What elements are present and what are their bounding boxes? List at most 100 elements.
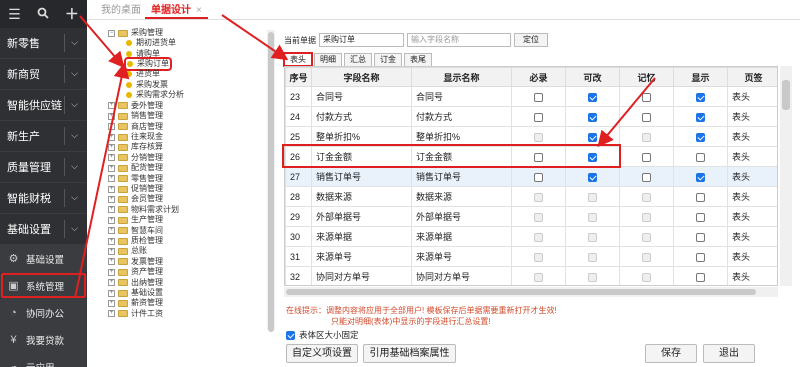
sidebar-main-item[interactable]: 基础设置 ⌵ <box>0 214 87 245</box>
checkbox-cell[interactable] <box>673 86 728 107</box>
checkbox-cell[interactable] <box>619 86 674 107</box>
checkbox-cell[interactable] <box>511 166 566 187</box>
locate-button[interactable]: 定位 <box>514 33 548 47</box>
expand-icon[interactable]: + <box>108 133 115 141</box>
section-tab[interactable]: 汇总 <box>344 53 372 66</box>
tab-cell[interactable]: 表头 <box>727 186 777 207</box>
checkbox-cell[interactable] <box>673 106 728 127</box>
sidebar-main-item[interactable]: 质量管理 ⌵ <box>0 152 87 183</box>
tab-cell[interactable]: 表头 <box>727 246 777 267</box>
display-name-cell[interactable]: 来源单据 <box>411 226 512 247</box>
display-name-cell[interactable]: 协同对方单号 <box>411 266 512 285</box>
table-row[interactable]: 25 整单折扣% 整单折扣% 表头 <box>285 126 777 147</box>
tree-folder-item[interactable]: + 出纳管理 <box>108 278 163 288</box>
expand-icon[interactable]: + <box>108 237 115 245</box>
tab-cell[interactable]: 表头 <box>727 166 777 187</box>
field-checkbox[interactable] <box>696 232 705 242</box>
tab-cell[interactable]: 表头 <box>727 106 777 127</box>
expand-icon[interactable]: + <box>108 143 115 151</box>
table-row[interactable]: 27 销售订单号 销售订单号 表头 <box>285 166 777 187</box>
grid-horizontal-scrollbar[interactable] <box>284 287 778 297</box>
section-tab[interactable]: 明细 <box>314 53 342 66</box>
expand-icon[interactable]: + <box>108 289 115 297</box>
field-checkbox[interactable] <box>534 92 543 102</box>
tree-folder-item[interactable]: + 薪资管理 <box>108 298 163 308</box>
fixed-size-checkbox[interactable] <box>286 330 295 340</box>
tree-folder-item[interactable]: + 质检管理 <box>108 236 163 246</box>
checkbox-cell[interactable] <box>619 106 674 127</box>
save-button[interactable]: 保存 <box>645 344 697 363</box>
plus-icon[interactable]: ＋ <box>65 4 79 24</box>
tree-folder-item[interactable]: + 资产管理 <box>108 267 163 277</box>
table-row[interactable]: 32 协同对方单号 协同对方单号 表头 <box>285 266 777 285</box>
grid-column-header[interactable]: 必录 <box>511 67 566 87</box>
tree-folder-item[interactable]: + 生产管理 <box>108 215 163 225</box>
chevron-down-icon[interactable]: ⌵ <box>71 99 78 110</box>
display-name-cell[interactable]: 外部单据号 <box>411 206 512 227</box>
tab-cell[interactable]: 表头 <box>727 266 777 285</box>
checkbox-cell[interactable] <box>511 86 566 107</box>
display-name-cell[interactable]: 整单折扣% <box>411 126 512 147</box>
grid-column-header[interactable]: 显示名称 <box>411 67 512 87</box>
close-icon[interactable]: × <box>196 5 202 16</box>
chevron-down-icon[interactable]: ⌵ <box>71 223 78 234</box>
tree-folder-item[interactable]: + 物料需求计划 <box>108 205 179 215</box>
tree-folder-item[interactable]: + 委外管理 <box>108 101 163 111</box>
sidebar-main-item[interactable]: 新生产 ⌵ <box>0 121 87 152</box>
field-checkbox[interactable] <box>642 172 651 182</box>
collapse-icon[interactable]: − <box>108 29 115 37</box>
expand-icon[interactable]: + <box>108 112 115 120</box>
field-search-input[interactable]: 输入字段名称 <box>407 33 511 47</box>
tree-folder-item[interactable]: − 采购管理 <box>108 28 163 38</box>
checkbox-cell[interactable] <box>673 246 728 267</box>
field-checkbox[interactable] <box>588 92 597 102</box>
field-checkbox[interactable] <box>696 192 705 202</box>
tree-folder-item[interactable]: + 零售管理 <box>108 174 163 184</box>
grid-column-header[interactable]: 显示 <box>673 67 728 87</box>
tree-folder-item[interactable]: + 库存核算 <box>108 142 163 152</box>
expand-icon[interactable]: + <box>108 195 115 203</box>
tab-cell[interactable]: 表头 <box>727 206 777 227</box>
tab-desktop[interactable]: 我的桌面 <box>101 3 141 19</box>
sidebar-sub-item[interactable]: ⚙ 基础设置 <box>0 245 87 272</box>
tab-cell[interactable]: 表头 <box>727 126 777 147</box>
expand-icon[interactable]: + <box>108 258 115 266</box>
field-checkbox[interactable] <box>534 112 543 122</box>
expand-icon[interactable]: + <box>108 154 115 162</box>
tab-cell[interactable]: 表头 <box>727 146 777 167</box>
field-checkbox[interactable] <box>588 152 597 162</box>
field-checkbox[interactable] <box>696 152 705 162</box>
sidebar-sub-item[interactable]: ☁ 云应用 <box>0 353 87 367</box>
chevron-down-icon[interactable]: ⌵ <box>71 130 78 141</box>
grid-column-header[interactable]: 页签 <box>727 67 777 87</box>
field-checkbox[interactable] <box>534 172 543 182</box>
custom-items-button[interactable]: 自定义项设置 <box>286 344 358 363</box>
field-checkbox[interactable] <box>642 152 651 162</box>
expand-icon[interactable]: + <box>108 247 115 255</box>
sidebar-sub-item[interactable]: ¥ 我要贷款 <box>0 326 87 353</box>
chevron-down-icon[interactable]: ⌵ <box>71 161 78 172</box>
tree-leaf-item[interactable]: 采购需求分析 <box>126 90 184 100</box>
fixed-size-option[interactable]: 表体区大小固定 <box>286 329 359 341</box>
checkbox-cell[interactable] <box>565 106 620 127</box>
grid-vertical-scrollbar[interactable] <box>780 66 792 286</box>
tab-bill-design[interactable]: 单据设计 × <box>145 3 208 19</box>
section-tab[interactable]: 订金 <box>374 53 402 66</box>
table-row[interactable]: 23 合同号 合同号 表头 <box>285 86 777 107</box>
display-name-cell[interactable]: 合同号 <box>411 86 512 107</box>
display-name-cell[interactable]: 销售订单号 <box>411 166 512 187</box>
tree-folder-item[interactable]: + 销售管理 <box>108 111 163 121</box>
field-checkbox[interactable] <box>588 172 597 182</box>
checkbox-cell[interactable] <box>673 186 728 207</box>
field-checkbox[interactable] <box>534 152 543 162</box>
grid-column-header[interactable]: 序号 <box>285 67 312 87</box>
expand-icon[interactable]: + <box>108 206 115 214</box>
checkbox-cell[interactable] <box>565 146 620 167</box>
table-row[interactable]: 24 付款方式 付款方式 表头 <box>285 106 777 127</box>
table-row[interactable]: 31 来源单号 来源单号 表头 <box>285 246 777 267</box>
expand-icon[interactable]: + <box>108 279 115 287</box>
quote-attributes-button[interactable]: 引用基础档案属性 <box>363 344 456 363</box>
field-checkbox[interactable] <box>642 92 651 102</box>
expand-icon[interactable]: + <box>108 227 115 235</box>
tree-folder-item[interactable]: + 配货管理 <box>108 163 163 173</box>
